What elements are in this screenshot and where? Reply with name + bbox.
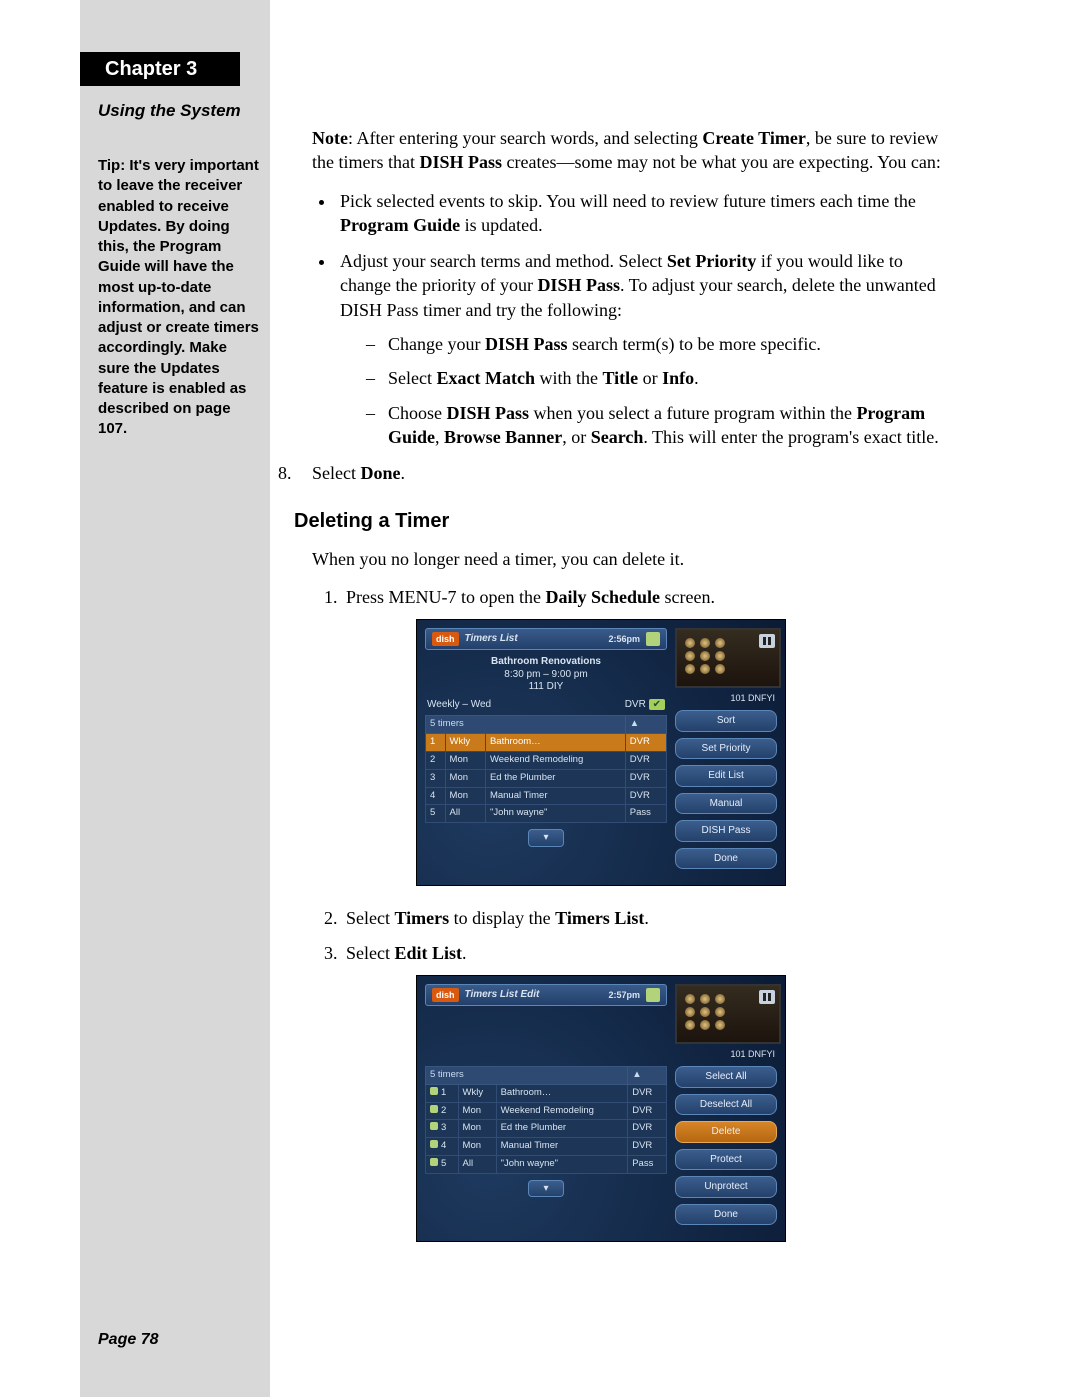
dvr-button: Edit List <box>675 765 777 787</box>
dvr-button: Set Priority <box>675 738 777 760</box>
dvr-button: Sort <box>675 710 777 732</box>
dish-logo: dish <box>432 988 459 1002</box>
dish-logo: dish <box>432 632 459 646</box>
sort-arrow-icon: ▲ <box>625 716 666 734</box>
dash-item: Choose DISH Pass when you select a futur… <box>366 401 952 450</box>
dvr-frequency-row: Weekly – Wed DVR ✔ <box>425 698 667 712</box>
dvr-program-info: Bathroom Renovations 8:30 pm – 9:00 pm 1… <box>425 656 667 694</box>
dvr-screenshot-timers-list: dish Timers List 2:56pm Bathroom Renovat… <box>416 619 786 886</box>
down-arrow-icon: ▾ <box>528 1180 563 1198</box>
dvr-button: Done <box>675 848 777 870</box>
dash-list: Change your DISH Pass search term(s) to … <box>340 332 952 449</box>
dvr-check-icon: ✔ <box>649 699 665 710</box>
bullet-item: Pick selected events to skip. You will n… <box>336 189 952 238</box>
table-row: 4MonManual TimerDVR <box>426 1138 667 1156</box>
table-row: 3MonEd the PlumberDVR <box>426 1120 667 1138</box>
dvr-timers-table: 5 timers ▲ 1WklyBathroom…DVR2MonWeekend … <box>425 1066 667 1174</box>
note-bullet-list: Pick selected events to skip. You will n… <box>312 189 952 450</box>
table-row: 3MonEd the PlumberDVR <box>426 769 667 787</box>
dvr-header: dish Timers List Edit 2:57pm <box>425 984 667 1006</box>
signal-icon <box>646 632 660 646</box>
table-row: 2MonWeekend RemodelingDVR <box>426 1102 667 1120</box>
dvr-button: Unprotect <box>675 1176 777 1198</box>
table-row: 1WklyBathroom…DVR <box>426 734 667 752</box>
down-arrow-icon: ▾ <box>528 829 563 847</box>
deleting-steps: Press MENU-7 to open the Daily Schedule … <box>312 585 952 1242</box>
dvr-header: dish Timers List 2:56pm <box>425 628 667 650</box>
checkbox-icon <box>430 1087 438 1095</box>
dvr-timers-table: 5 timers ▲ 1WklyBathroom…DVR2MonWeekend … <box>425 715 667 823</box>
step-3: Select Edit List. dish Timers List Edit … <box>342 941 952 1242</box>
dvr2-rows: 1WklyBathroom…DVR2MonWeekend RemodelingD… <box>426 1084 667 1173</box>
note-paragraph: Note: After entering your search words, … <box>312 126 952 175</box>
sort-arrow-icon: ▲ <box>628 1067 667 1085</box>
signal-icon <box>646 988 660 1002</box>
checkbox-icon <box>430 1122 438 1130</box>
dvr-button: Delete <box>675 1121 777 1143</box>
table-row: 2MonWeekend RemodelingDVR <box>426 751 667 769</box>
dvr-time: 2:57pm <box>608 989 640 1001</box>
dvr-button: Manual <box>675 793 777 815</box>
pip-caption: 101 DNFYI <box>675 1048 777 1060</box>
table-row: 4MonManual TimerDVR <box>426 787 667 805</box>
step-8: Select Done. <box>278 461 952 485</box>
dvr-screenshot-timers-edit: dish Timers List Edit 2:57pm 5 timers ▲ <box>416 975 786 1242</box>
dash-item: Change your DISH Pass search term(s) to … <box>366 332 952 356</box>
dvr1-rows: 1WklyBathroom…DVR2MonWeekend RemodelingD… <box>426 734 667 823</box>
dvr-button: Select All <box>675 1066 777 1088</box>
dvr-button: Done <box>675 1204 777 1226</box>
main-content: Note: After entering your search words, … <box>312 126 952 1262</box>
table-row: 1WklyBathroom…DVR <box>426 1084 667 1102</box>
section-title: Using the System <box>98 100 241 123</box>
dvr-title: Timers List Edit <box>465 988 540 1002</box>
checkbox-icon <box>430 1158 438 1166</box>
step-1: Press MENU-7 to open the Daily Schedule … <box>342 585 952 886</box>
heading-deleting-timer: Deleting a Timer <box>294 508 952 535</box>
dvr-footer: ▾ <box>425 829 667 847</box>
dvr-title: Timers List <box>465 632 518 646</box>
dvr-footer: ▾ <box>425 1180 667 1198</box>
pip-preview <box>675 628 781 688</box>
bullet-item: Adjust your search terms and method. Sel… <box>336 249 952 449</box>
deleting-intro: When you no longer need a timer, you can… <box>312 547 952 571</box>
dvr-button: Deselect All <box>675 1094 777 1116</box>
pip-preview <box>675 984 781 1044</box>
table-row: 5All"John wayne"Pass <box>426 805 667 823</box>
note-label: Note <box>312 128 348 148</box>
table-row: 5All"John wayne"Pass <box>426 1156 667 1174</box>
chapter-banner: Chapter 3 <box>80 52 240 86</box>
checkbox-icon <box>430 1140 438 1148</box>
dvr-button: DISH Pass <box>675 820 777 842</box>
dash-item: Select Exact Match with the Title or Inf… <box>366 366 952 390</box>
checkbox-icon <box>430 1105 438 1113</box>
page-number: Page 78 <box>98 1329 158 1351</box>
pip-caption: 101 DNFYI <box>675 692 777 704</box>
dvr2-buttons: Select All Deselect All Delete Protect Unpro… <box>675 1066 777 1225</box>
pause-icon <box>759 634 775 648</box>
dvr-time: 2:56pm <box>608 633 640 645</box>
tip-box: Tip: It's very important to leave the re… <box>98 156 260 440</box>
dvr-button: Protect <box>675 1149 777 1171</box>
dvr1-buttons: Sort Set Priority Edit List Manual DISH Pass… <box>675 710 777 869</box>
pause-icon <box>759 990 775 1004</box>
page: Chapter 3 Using the System Tip: It's ver… <box>0 0 1080 1397</box>
step-2: Select Timers to display the Timers List… <box>342 906 952 930</box>
